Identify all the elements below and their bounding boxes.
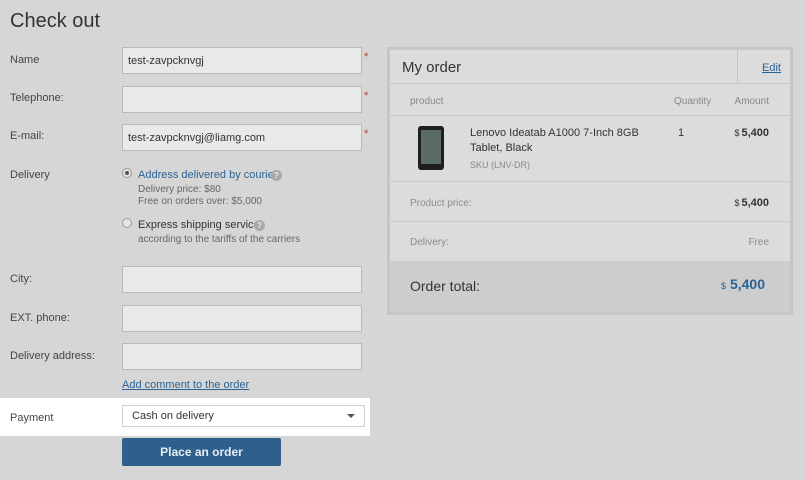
courier-price-text: Delivery price: $80 [138,184,221,195]
product-amount-value: 5,400 [741,127,769,139]
ext-phone-label: EXT. phone: [10,312,70,324]
name-input[interactable] [122,47,362,74]
ext-phone-input[interactable] [122,305,362,332]
courier-radio[interactable] [122,168,132,178]
edit-order-link[interactable]: Edit [762,62,781,74]
order-total-label: Order total: [410,278,481,294]
email-label: E-mail: [10,130,45,142]
page-title: Check out [10,10,101,32]
city-input[interactable] [122,266,362,293]
delivery-cost-value: Free [748,237,769,248]
product-name: Lenovo Ideatab A1000 7-Inch 8GB Tablet, … [470,127,639,154]
express-radio[interactable] [122,218,132,228]
item-divider [390,181,790,182]
place-order-button[interactable]: Place an order [122,438,281,466]
order-total-row: Order total: $5,400 [390,261,790,312]
product-price: $5,400 [734,197,769,209]
product-image [418,126,444,170]
product-amount-currency: $ [734,128,740,138]
price-divider [390,221,790,222]
product-amount: $5,400 [734,127,769,139]
telephone-input[interactable] [122,86,362,113]
order-total-currency: $ [720,281,726,291]
product-quantity: 1 [678,127,685,139]
product-price-value: 5,400 [741,197,769,209]
payment-select[interactable]: Cash on delivery [122,405,365,427]
order-total-value: 5,400 [729,276,765,292]
city-label: City: [10,273,32,285]
columns-divider [390,115,790,116]
product-price-currency: $ [734,198,740,208]
express-option-label[interactable]: Express shipping service [138,219,260,231]
order-total: $5,400 [721,276,765,292]
express-help-icon[interactable]: ? [254,220,265,231]
express-tariff-text: according to the tariffs of the carriers [138,234,301,245]
delivery-label: Delivery [10,169,50,181]
order-panel: My order Edit product Quantity Amount Le… [387,47,793,315]
product-price-label: Product price: [410,198,472,209]
column-product: product [410,96,444,107]
payment-label: Payment [10,412,54,424]
courier-option-label[interactable]: Address delivered by courier [138,169,277,181]
add-comment-link[interactable]: Add comment to the order [122,379,249,391]
column-amount: Amount [734,96,769,107]
name-required-mark: * [364,51,369,63]
email-input[interactable] [122,124,362,151]
telephone-required-mark: * [364,90,369,102]
delivery-cost-label: Delivery: [410,237,449,248]
name-label: Name [10,54,40,66]
courier-help-icon[interactable]: ? [271,170,282,181]
product-sku: SKU (LNV-DR) [470,160,531,170]
delivery-address-input[interactable] [122,343,362,370]
payment-select-value: Cash on delivery [132,410,214,422]
column-quantity: Quantity [674,96,712,107]
email-required-mark: * [364,128,369,140]
telephone-label: Telephone: [10,92,64,104]
header-divider [390,83,790,84]
edit-divider [737,50,738,83]
delivery-address-label: Delivery address: [10,350,95,362]
courier-free-text: Free on orders over: $5,000 [138,196,262,207]
chevron-down-icon [347,414,355,418]
order-title: My order [402,59,462,76]
